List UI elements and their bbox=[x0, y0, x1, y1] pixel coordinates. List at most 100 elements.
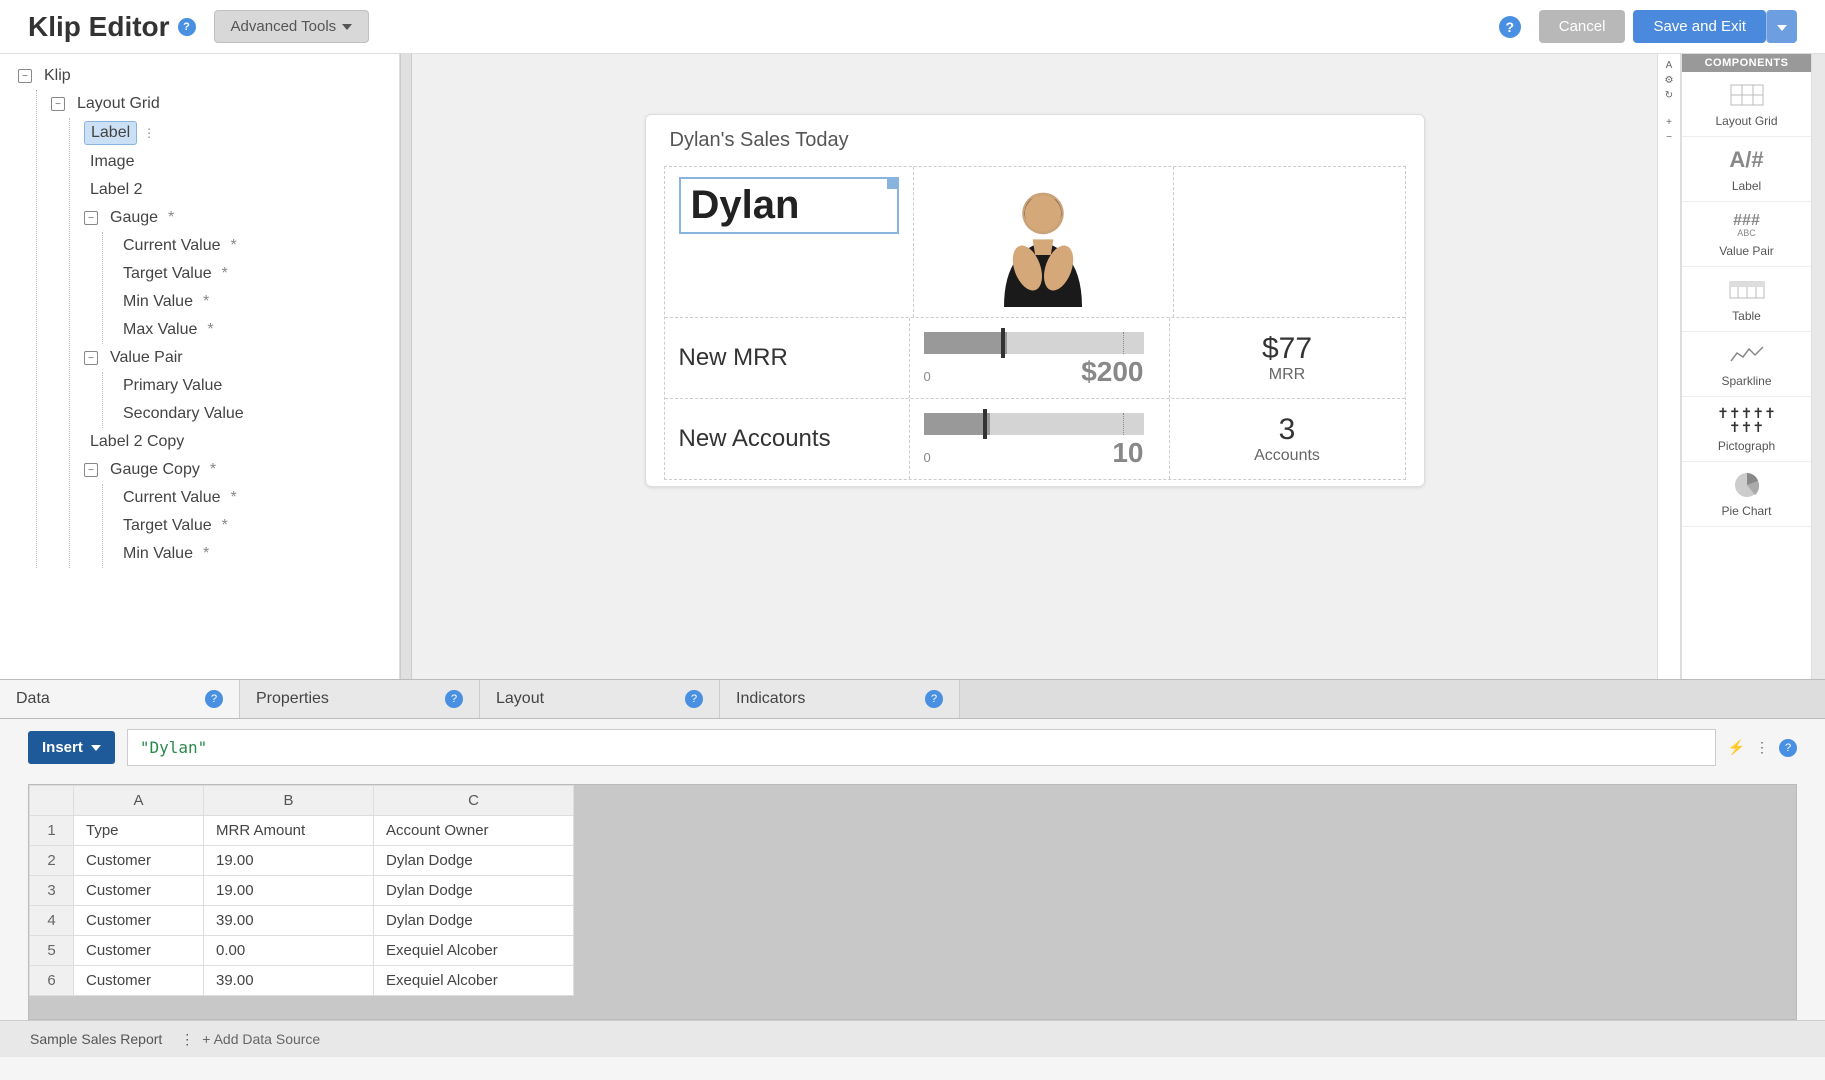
canvas[interactable]: Dylan's Sales Today Dylan bbox=[412, 54, 1657, 679]
grid-cell[interactable]: 0.00 bbox=[204, 936, 374, 966]
grid-cell[interactable]: Account Owner bbox=[374, 816, 574, 846]
zoom-out-icon[interactable]: − bbox=[1666, 132, 1672, 143]
advanced-tools-button[interactable]: Advanced Tools bbox=[214, 10, 370, 43]
gauge-mrr[interactable]: 0$200 bbox=[910, 318, 1170, 398]
component-sparkline[interactable]: Sparkline bbox=[1682, 332, 1811, 397]
grid-row-header[interactable]: 3 bbox=[30, 876, 74, 906]
help-icon[interactable]: ? bbox=[685, 690, 703, 708]
grid-row-header[interactable]: 2 bbox=[30, 846, 74, 876]
tree-item-target-value-copy[interactable]: Target Value* bbox=[117, 512, 399, 540]
grid-col-header[interactable]: C bbox=[374, 786, 574, 816]
help-icon[interactable]: ? bbox=[1499, 16, 1521, 38]
settings-icon[interactable]: ⚙ bbox=[1665, 75, 1674, 86]
gauge-label-accounts[interactable]: New Accounts bbox=[665, 399, 910, 479]
grid-cell[interactable]: Dylan Dodge bbox=[374, 876, 574, 906]
help-icon[interactable]: ? bbox=[205, 690, 223, 708]
tab-indicators[interactable]: Indicators? bbox=[720, 680, 960, 718]
tree-item-max-value[interactable]: Max Value* bbox=[117, 316, 399, 344]
more-icon[interactable]: ⋮ bbox=[1755, 739, 1769, 756]
text-size-icon[interactable]: A bbox=[1666, 60, 1673, 71]
more-icon[interactable]: ⋮ bbox=[180, 1031, 194, 1048]
tree-item-gauge[interactable]: − Gauge* bbox=[84, 204, 399, 232]
gauge-accounts[interactable]: 010 bbox=[910, 399, 1170, 479]
value-pair-mrr[interactable]: $77 MRR bbox=[1170, 318, 1405, 398]
collapse-icon[interactable]: − bbox=[84, 463, 98, 477]
more-icon[interactable]: ⋮ bbox=[143, 126, 155, 140]
tree-item-label2[interactable]: Label 2 bbox=[84, 176, 399, 204]
collapse-icon[interactable]: − bbox=[84, 211, 98, 225]
refresh-icon[interactable]: ↻ bbox=[1665, 90, 1673, 101]
collapse-icon[interactable]: − bbox=[84, 351, 98, 365]
image-component[interactable] bbox=[914, 167, 1174, 317]
grid-cell[interactable]: Customer bbox=[74, 876, 204, 906]
grid-row-header[interactable]: 1 bbox=[30, 816, 74, 846]
tree-item-label2-copy[interactable]: Label 2 Copy bbox=[84, 428, 399, 456]
grid-cell[interactable]: 39.00 bbox=[204, 966, 374, 996]
lightning-icon[interactable]: ⚡ bbox=[1728, 739, 1745, 756]
data-source-tab[interactable]: Sample Sales Report bbox=[20, 1027, 172, 1051]
component-pictograph[interactable]: ✝✝✝✝✝✝✝✝ Pictograph bbox=[1682, 397, 1811, 462]
gauge-label-mrr[interactable]: New MRR bbox=[665, 318, 910, 398]
tree-item-gauge-copy[interactable]: − Gauge Copy* bbox=[84, 456, 399, 484]
value-pair-accounts[interactable]: 3 Accounts bbox=[1170, 399, 1405, 479]
component-label[interactable]: A/# Label bbox=[1682, 137, 1811, 202]
add-data-source-button[interactable]: + Add Data Source bbox=[202, 1031, 320, 1047]
tree-item-layout-grid[interactable]: − Layout Grid bbox=[51, 90, 399, 118]
grid-cell[interactable]: Dylan Dodge bbox=[374, 906, 574, 936]
component-value-pair[interactable]: ###ABC Value Pair bbox=[1682, 202, 1811, 267]
data-grid[interactable]: A B C 1TypeMRR AmountAccount Owner 2Cust… bbox=[28, 784, 1797, 1020]
grid-cell[interactable]: Dylan Dodge bbox=[374, 846, 574, 876]
tab-layout[interactable]: Layout? bbox=[480, 680, 720, 718]
zoom-in-icon[interactable]: + bbox=[1666, 117, 1672, 128]
tree-item-min-value[interactable]: Min Value* bbox=[117, 288, 399, 316]
resize-handle-icon[interactable] bbox=[887, 177, 899, 189]
collapse-icon[interactable]: − bbox=[51, 97, 65, 111]
tree-resize-handle[interactable] bbox=[400, 54, 412, 679]
help-icon[interactable]: ? bbox=[925, 690, 943, 708]
tree-item-secondary-value[interactable]: Secondary Value bbox=[117, 400, 399, 428]
tree-item-image[interactable]: Image bbox=[84, 148, 399, 176]
grid-cell[interactable]: Exequiel Alcober bbox=[374, 966, 574, 996]
tab-properties[interactable]: Properties? bbox=[240, 680, 480, 718]
tree-item-klip[interactable]: − Klip bbox=[18, 62, 399, 90]
grid-cell[interactable]: Customer bbox=[74, 846, 204, 876]
grid-cell[interactable]: Exequiel Alcober bbox=[374, 936, 574, 966]
grid-cell[interactable]: Type bbox=[74, 816, 204, 846]
formula-input[interactable]: "Dylan" bbox=[127, 729, 1716, 766]
grid-cell[interactable]: Customer bbox=[74, 936, 204, 966]
save-and-exit-button[interactable]: Save and Exit bbox=[1633, 10, 1766, 43]
help-icon[interactable]: ? bbox=[445, 690, 463, 708]
grid-cell[interactable]: Customer bbox=[74, 906, 204, 936]
tree-item-label[interactable]: Label ⋮ bbox=[84, 118, 399, 148]
label-component-selected[interactable]: Dylan bbox=[679, 177, 899, 234]
tree-item-min-value-copy[interactable]: Min Value* bbox=[117, 540, 399, 568]
tab-data[interactable]: Data? bbox=[0, 680, 240, 718]
grid-cell[interactable]: 39.00 bbox=[204, 906, 374, 936]
component-table[interactable]: Table bbox=[1682, 267, 1811, 332]
tree-item-current-value[interactable]: Current Value* bbox=[117, 232, 399, 260]
help-icon[interactable]: ? bbox=[1779, 739, 1797, 757]
save-dropdown-button[interactable] bbox=[1766, 10, 1797, 43]
tree-item-current-value-copy[interactable]: Current Value* bbox=[117, 484, 399, 512]
grid-corner[interactable] bbox=[30, 786, 74, 816]
grid-cell[interactable]: 19.00 bbox=[204, 876, 374, 906]
collapse-icon[interactable]: − bbox=[18, 69, 32, 83]
grid-col-header[interactable]: B bbox=[204, 786, 374, 816]
cancel-button[interactable]: Cancel bbox=[1539, 10, 1626, 43]
grid-cell[interactable]: Customer bbox=[74, 966, 204, 996]
grid-col-header[interactable]: A bbox=[74, 786, 204, 816]
tree-item-primary-value[interactable]: Primary Value bbox=[117, 372, 399, 400]
grid-row-header[interactable]: 5 bbox=[30, 936, 74, 966]
insert-button[interactable]: Insert bbox=[28, 731, 115, 764]
title-help-icon[interactable]: ? bbox=[178, 18, 196, 36]
grid-cell[interactable]: MRR Amount bbox=[204, 816, 374, 846]
grid-row-header[interactable]: 4 bbox=[30, 906, 74, 936]
component-layout-grid[interactable]: Layout Grid bbox=[1682, 72, 1811, 137]
grid-cell[interactable]: 19.00 bbox=[204, 846, 374, 876]
component-pie-chart[interactable]: Pie Chart bbox=[1682, 462, 1811, 527]
grid-row-header[interactable]: 6 bbox=[30, 966, 74, 996]
components-scrollbar[interactable] bbox=[1811, 54, 1825, 679]
tree-item-target-value[interactable]: Target Value* bbox=[117, 260, 399, 288]
tree-item-value-pair[interactable]: − Value Pair bbox=[84, 344, 399, 372]
klip-card[interactable]: Dylan's Sales Today Dylan bbox=[645, 114, 1425, 487]
